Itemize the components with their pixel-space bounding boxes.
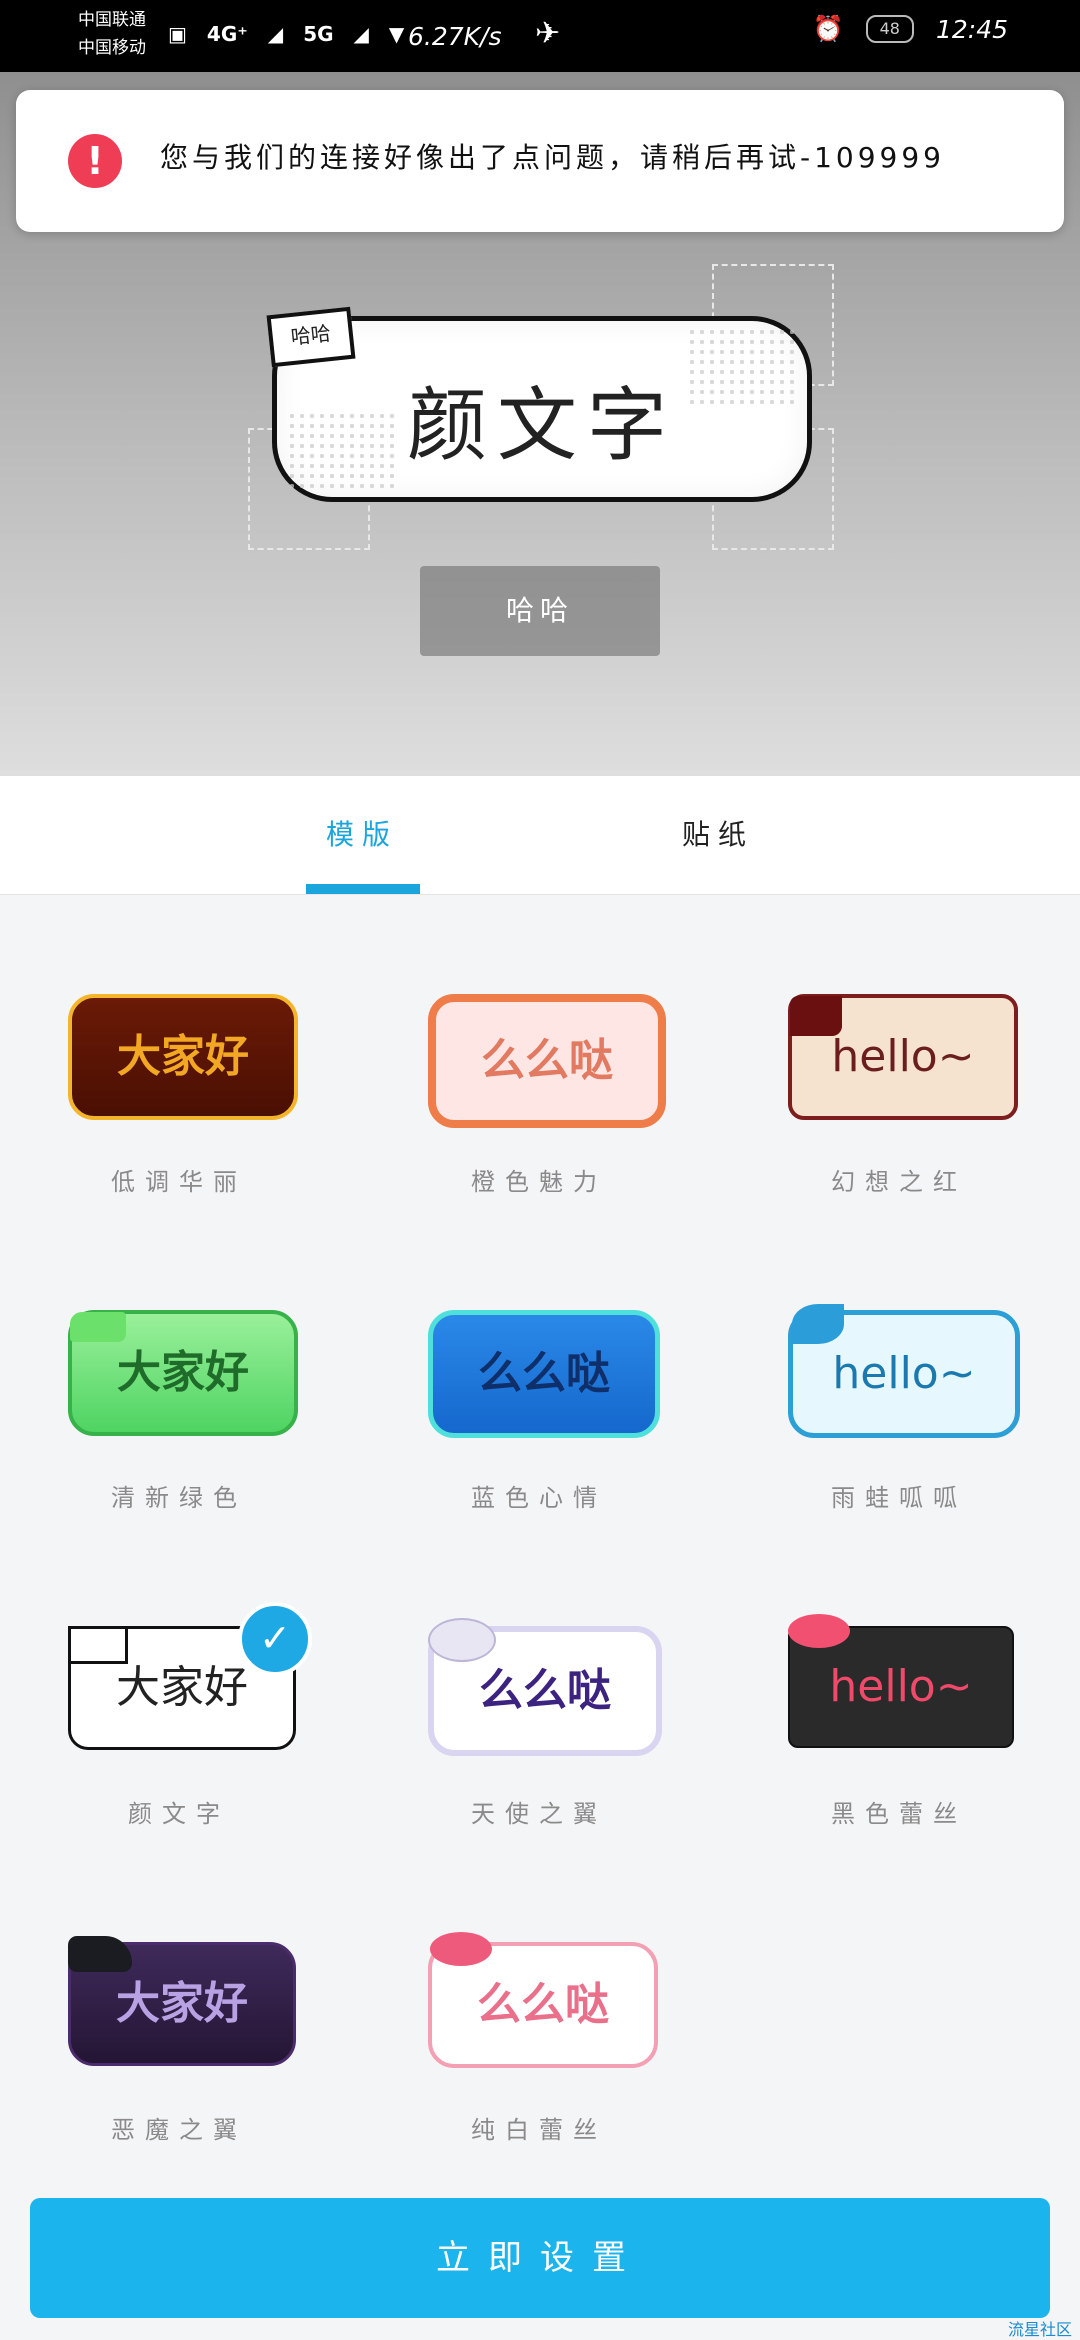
leaf-decoration <box>792 1304 844 1344</box>
alarm-icon: ⏰ <box>812 14 844 43</box>
apply-now-button[interactable]: 立即设置 <box>30 2198 1050 2318</box>
template-card-10[interactable]: 大家好 恶魔之翼 <box>68 1842 368 2144</box>
preview-text-input[interactable]: 哈哈 <box>420 566 660 656</box>
tab-underline <box>306 884 420 894</box>
template-label: 橙色魅力 <box>471 1168 607 1196</box>
template-label: 颜文字 <box>128 1800 230 1828</box>
network-speed: 6.27K/s <box>408 22 502 51</box>
template-grid: 大家好 低调华丽 么么哒 橙色魅力 hello~ 幻想之红 大家好 清新绿色 么… <box>0 894 1080 2194</box>
template-label: 天使之翼 <box>471 1800 607 1828</box>
clock: 12:45 <box>935 14 1008 44</box>
bow-decoration <box>430 1932 492 1966</box>
corner-decoration <box>790 996 842 1036</box>
template-card-5[interactable]: 么么哒 蓝色心情 <box>428 1210 728 1512</box>
preview-area: ! 您与我们的连接好像出了点问题，请稍后再试-109999 哈哈 颜文字 哈哈 <box>0 72 1080 776</box>
template-label: 幻想之红 <box>831 1168 967 1196</box>
sim-icon: ▣ <box>168 22 187 46</box>
error-message: 您与我们的连接好像出了点问题，请稍后再试-109999 <box>160 141 945 174</box>
template-sample: 么么哒 <box>428 1310 660 1438</box>
template-card-2[interactable]: 么么哒 橙色魅力 <box>428 894 728 1196</box>
template-card-6[interactable]: hello~ 雨蛙呱呱 <box>788 1210 1080 1512</box>
template-card-8[interactable]: 么么哒 天使之翼 <box>428 1526 728 1828</box>
template-card-11[interactable]: 么么哒 纯白蕾丝 <box>428 1842 728 2144</box>
bow-decoration <box>788 1614 850 1648</box>
corner-decoration <box>70 1312 126 1342</box>
battery-indicator: 48 <box>865 15 914 43</box>
signal-icon-2: ◢ <box>353 22 369 46</box>
template-label: 蓝色心情 <box>471 1484 607 1512</box>
network-icons: ▣ 4G⁺ ◢ 5G ◢ ▼ <box>168 14 404 54</box>
bubble-tag: 哈哈 <box>266 306 356 368</box>
selected-check-icon: ✓ <box>238 1602 312 1676</box>
network-4g: 4G⁺ <box>206 22 248 46</box>
status-bar: 中国联通 中国移动 ▣ 4G⁺ ◢ 5G ◢ ▼ 6.27K/s ✈ ⏰ 48 … <box>0 0 1080 72</box>
template-card-7[interactable]: 大家好 ✓ 颜文字 <box>68 1526 368 1828</box>
template-card-4[interactable]: 大家好 清新绿色 <box>68 1210 368 1512</box>
carrier-1: 中国联通 <box>78 10 146 30</box>
template-card-1[interactable]: 大家好 低调华丽 <box>68 894 368 1196</box>
tab-stickers[interactable]: 贴纸 <box>568 776 868 894</box>
signal-icon: ◢ <box>267 22 284 46</box>
error-icon: ! <box>68 134 122 188</box>
template-label: 清新绿色 <box>111 1484 247 1512</box>
carrier-info: 中国联通 中国移动 <box>78 6 146 62</box>
corner-tag <box>68 1626 128 1664</box>
template-label: 低调华丽 <box>111 1168 247 1196</box>
template-label: 雨蛙呱呱 <box>831 1484 967 1512</box>
bird-icon: ✈ <box>535 16 561 51</box>
template-label: 纯白蕾丝 <box>471 2116 607 2144</box>
template-card-9[interactable]: hello~ 黑色蕾丝 <box>788 1526 1080 1828</box>
template-sample: 么么哒 <box>428 994 666 1128</box>
template-card-3[interactable]: hello~ 幻想之红 <box>788 894 1080 1196</box>
carrier-2: 中国移动 <box>78 38 146 58</box>
network-5g: 5G <box>303 22 334 46</box>
tab-bar: 模版 贴纸 <box>0 776 1080 895</box>
error-toast: ! 您与我们的连接好像出了点问题，请稍后再试-109999 <box>16 90 1064 232</box>
template-label: 恶魔之翼 <box>111 2116 247 2144</box>
status-right: ⏰ 48 12:45 <box>812 14 1008 44</box>
wifi-icon: ▼ <box>388 22 405 46</box>
template-label: 黑色蕾丝 <box>831 1800 967 1828</box>
preview-bubble[interactable]: 哈哈 颜文字 <box>266 306 812 502</box>
community-watermark: 流星社区 <box>1007 2320 1072 2339</box>
tab-templates[interactable]: 模版 <box>212 776 512 894</box>
template-sample: 大家好 <box>68 994 298 1120</box>
bubble-text: 颜文字 <box>407 379 677 472</box>
wing-decoration <box>68 1936 132 1972</box>
wing-decoration <box>428 1618 496 1662</box>
